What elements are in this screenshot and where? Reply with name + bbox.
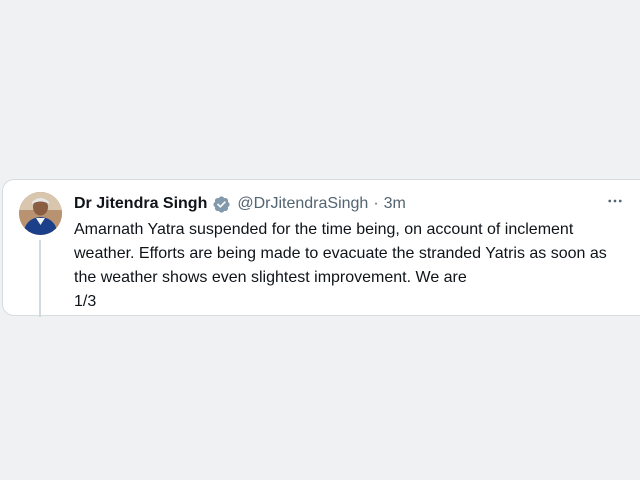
tweet-text-line: Amarnath Yatra suspended for the time be… <box>74 221 574 238</box>
thread-counter: 1/3 <box>74 293 97 310</box>
separator-dot: · <box>373 195 379 212</box>
timestamp[interactable]: 3m <box>384 195 406 213</box>
tweet-text-line: the weather shows even slightest improve… <box>74 269 467 286</box>
page: Dr Jitendra Singh @DrJitendraSingh · 3m … <box>0 0 640 480</box>
tweet-text: Amarnath Yatra suspended for the time be… <box>74 218 634 314</box>
avatar-image <box>19 192 62 235</box>
avatar[interactable] <box>19 192 62 235</box>
thread-connector-line <box>39 240 41 317</box>
verified-badge-icon <box>212 195 231 214</box>
author-handle[interactable]: @DrJitendraSingh <box>237 195 368 213</box>
tweet-card[interactable]: Dr Jitendra Singh @DrJitendraSingh · 3m … <box>2 179 640 317</box>
more-options-icon[interactable] <box>602 188 628 214</box>
author-name[interactable]: Dr Jitendra Singh <box>74 195 207 213</box>
tweet-header: Dr Jitendra Singh @DrJitendraSingh · 3m <box>74 193 406 215</box>
tweet-text-line: weather. Efforts are being made to evacu… <box>74 245 607 262</box>
